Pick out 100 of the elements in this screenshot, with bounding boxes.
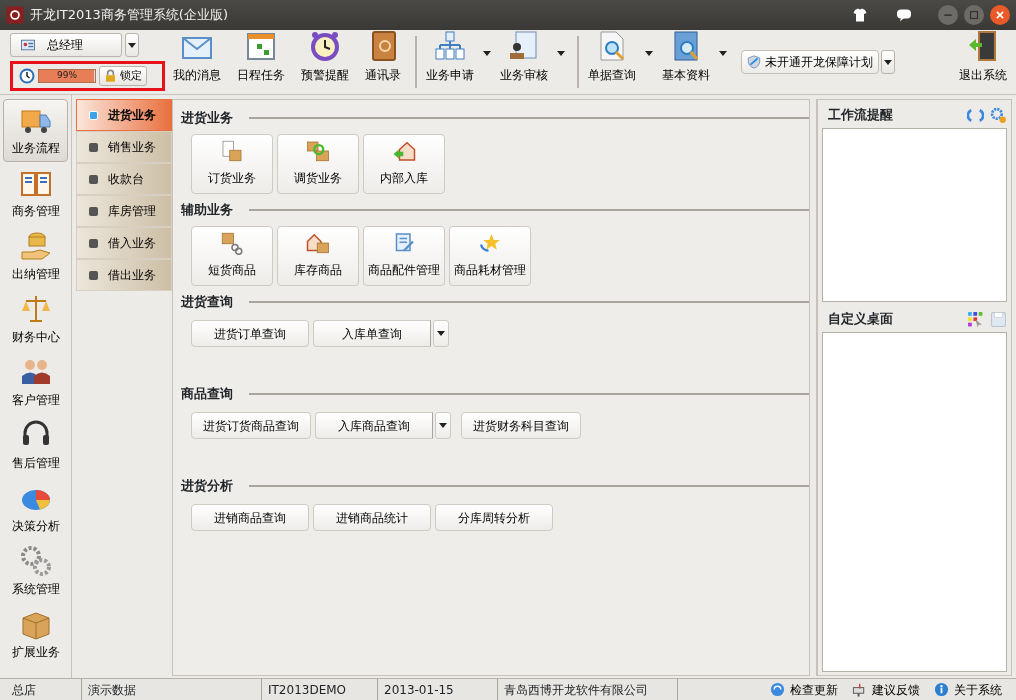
grid-pointer-icon: [967, 310, 984, 328]
tile-button[interactable]: 商品配件管理: [363, 226, 445, 286]
query-button[interactable]: 进货财务科目查询: [461, 412, 581, 439]
minimize-button[interactable]: [938, 5, 958, 25]
status-field: IT2013DEMO: [262, 679, 378, 700]
bullet-icon: [89, 174, 98, 184]
query-button[interactable]: 进货订货商品查询: [191, 412, 311, 439]
toolbar-button[interactable]: 我的消息: [165, 30, 229, 94]
toolbar-icon-button[interactable]: [967, 310, 984, 328]
calendar-icon: [245, 30, 277, 62]
query-button[interactable]: 入库单查询: [313, 320, 431, 347]
alarm-clock-icon: [309, 30, 341, 62]
stamp-document-icon: [508, 30, 540, 62]
tile-button[interactable]: 内部入库: [363, 134, 445, 194]
shield-icon: [747, 54, 761, 70]
mailbox-icon: [852, 682, 867, 697]
box-chain-icon: [220, 231, 244, 255]
tile-button[interactable]: 调货业务: [277, 134, 359, 194]
toolbar-button[interactable]: 单据查询: [585, 30, 639, 94]
query-button[interactable]: 进销商品统计: [313, 504, 431, 531]
tile-button[interactable]: 订货业务: [191, 134, 273, 194]
exit-door-icon: [967, 30, 999, 62]
toolbar-icon-button[interactable]: [967, 106, 984, 124]
query-button[interactable]: 进销商品查询: [191, 504, 309, 531]
nav-item[interactable]: 扩展业务: [3, 603, 68, 666]
status-link[interactable]: 关于系统: [934, 680, 1002, 699]
submenu-item[interactable]: 借入业务: [76, 227, 172, 259]
memory-reading: 99%: [56, 69, 78, 82]
nav-item[interactable]: 系统管理: [3, 540, 68, 603]
submenu-item[interactable]: 库房管理: [76, 195, 172, 227]
tile-button[interactable]: 短货商品: [191, 226, 273, 286]
toolbar-button[interactable]: 预警提醒: [293, 30, 357, 94]
bullet-icon: [89, 110, 98, 120]
section-title: 商品查询: [181, 384, 233, 403]
info-icon: [934, 682, 949, 697]
id-card-icon: [19, 38, 37, 52]
refresh-icon: [770, 682, 785, 697]
close-button[interactable]: [990, 5, 1010, 25]
role-selector[interactable]: 总经理: [10, 33, 122, 57]
status-field: 青岛西博开龙软件有限公司: [498, 679, 678, 700]
save-icon: [990, 310, 1007, 328]
org-chart-icon: [434, 30, 466, 62]
query-button[interactable]: 入库商品查询: [315, 412, 433, 439]
gears-icon: [19, 545, 52, 577]
star-icon: [478, 231, 502, 255]
refresh-icon: [967, 106, 984, 124]
query-button[interactable]: 分库周转分析: [435, 504, 553, 531]
toolbar-button[interactable]: 基本资料: [659, 30, 713, 94]
submenu-item[interactable]: 借出业务: [76, 259, 172, 291]
chat-icon: [896, 7, 912, 23]
exit-button[interactable]: 退出系统: [956, 30, 1010, 94]
nav-item[interactable]: 商务管理: [3, 162, 68, 225]
query-button[interactable]: 进货订单查询: [191, 320, 309, 347]
status-link[interactable]: 建议反馈: [852, 680, 920, 699]
plan-dropdown-button[interactable]: [881, 50, 895, 74]
role-dropdown-button[interactable]: [125, 33, 139, 57]
nav-item[interactable]: 售后管理: [3, 414, 68, 477]
toolbar-button[interactable]: 通讯录: [357, 30, 409, 94]
clipboard-box-icon: [220, 139, 244, 163]
query-dropdown-button[interactable]: [433, 320, 449, 347]
boxes-arrows-icon: [306, 139, 330, 163]
tile-button[interactable]: 商品耗材管理: [449, 226, 531, 286]
bullet-icon: [89, 142, 98, 152]
tile-button[interactable]: 库存商品: [277, 226, 359, 286]
toolbar-button[interactable]: 业务审核: [497, 30, 551, 94]
toolbar-button[interactable]: 业务申请: [423, 30, 477, 94]
coins-hand-icon: [19, 230, 52, 262]
plan-button[interactable]: 未开通开龙保障计划: [741, 50, 879, 74]
submenu-item[interactable]: 收款台: [76, 163, 172, 195]
maximize-icon: [969, 10, 979, 20]
section-title: 进货查询: [181, 292, 233, 311]
house-arrow-icon: [392, 139, 416, 163]
panel-title: 工作流提醒: [828, 105, 894, 124]
status-field: 总店: [6, 679, 82, 700]
submenu-item[interactable]: 销售业务: [76, 131, 172, 163]
section-title: 进货分析: [181, 476, 233, 495]
nav-item[interactable]: 财务中心: [3, 288, 68, 351]
status-link[interactable]: 检查更新: [770, 680, 838, 699]
window-title: 开龙IT2013商务管理系统(企业版): [30, 6, 228, 25]
section-title: 辅助业务: [181, 200, 233, 219]
nav-item[interactable]: 业务流程: [3, 99, 68, 162]
toolbar-button[interactable]: 日程任务: [229, 30, 293, 94]
query-dropdown-button[interactable]: [435, 412, 451, 439]
padlock-icon: [104, 69, 117, 83]
clock-icon: [19, 68, 35, 84]
house-box-icon: [306, 231, 330, 255]
scales-icon: [19, 293, 52, 325]
submenu-item[interactable]: 进货业务: [76, 99, 172, 131]
close-icon: [995, 10, 1005, 20]
bullet-icon: [89, 206, 98, 216]
gear-icon: [990, 106, 1007, 124]
shirt-icon: [852, 7, 868, 23]
app-logo-icon: [6, 6, 24, 24]
nav-item[interactable]: 出纳管理: [3, 225, 68, 288]
nav-item[interactable]: 客户管理: [3, 351, 68, 414]
maximize-button[interactable]: [964, 5, 984, 25]
panel-title: 自定义桌面: [828, 309, 894, 328]
lock-button[interactable]: 锁定: [99, 66, 147, 86]
nav-item[interactable]: 决策分析: [3, 477, 68, 540]
toolbar-icon-button[interactable]: [990, 106, 1007, 124]
